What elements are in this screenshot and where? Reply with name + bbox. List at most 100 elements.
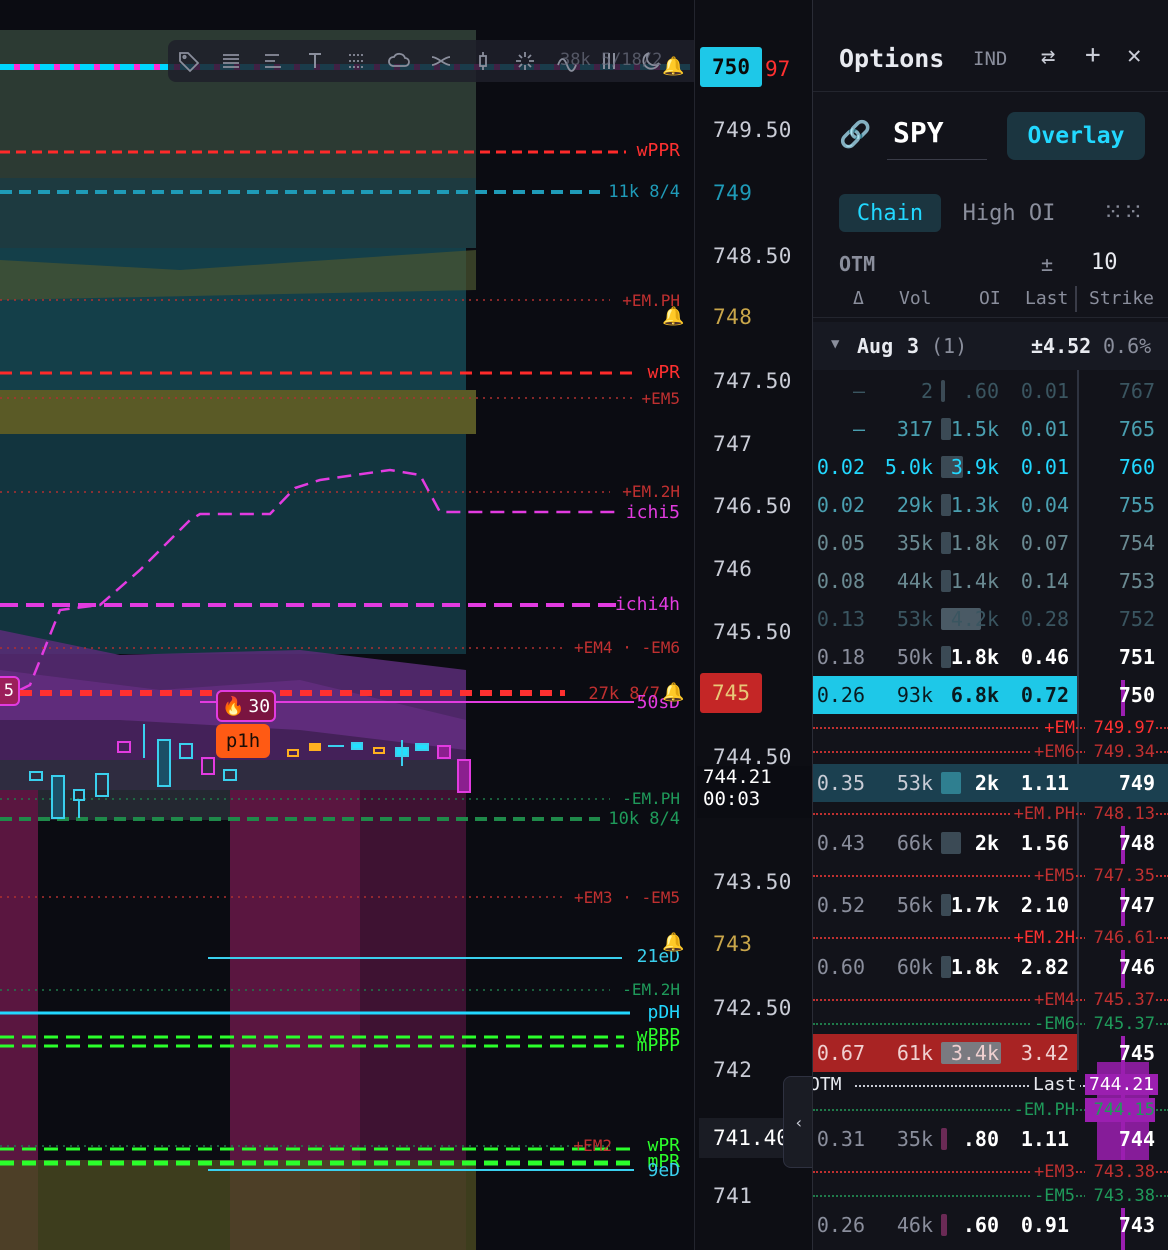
chain-row[interactable]: 0.31 35k .80 1.11 744 — [813, 1120, 1168, 1158]
price-label: 748.50 — [713, 244, 792, 268]
price-chart[interactable]: 38k 5/18/2 wPPR 11k 8/4 +EM.PH wPR +EM5 … — [0, 0, 694, 1250]
tab-chain[interactable]: Chain — [839, 194, 941, 232]
chain-row[interactable]: 0.60 60k 1.8k 2.82 746 — [813, 948, 1168, 986]
chain-row[interactable]: 0.08 44k 1.4k 0.14 753 — [813, 562, 1168, 600]
cell-delta: 0.26 — [816, 683, 865, 707]
drawing-toolbar: 38k 5/18/2 — [168, 40, 694, 82]
chain-row[interactable]: 0.05 35k 1.8k 0.07 754 — [813, 524, 1168, 562]
chain-row[interactable]: 0.43 66k 2k 1.56 748 — [813, 824, 1168, 862]
cell-vol: 53k — [896, 607, 933, 631]
label-vol-11k: 11k 8/4 — [608, 182, 680, 202]
chain-row[interactable]: 0.18 50k 1.8k 0.46 751 — [813, 638, 1168, 676]
label-em4-em6: +EM4 · -EM6 — [574, 638, 680, 657]
sparkle-icon[interactable] — [504, 40, 546, 82]
expiry-row[interactable]: ▼ Aug 3 (1) ±4.52 0.6% — [813, 322, 1168, 370]
candle-icon[interactable] — [462, 40, 504, 82]
expiry-month: Aug — [857, 334, 894, 358]
cell-oi: 1.4k — [950, 569, 999, 593]
symbol-text: SPY — [893, 116, 944, 149]
col-last[interactable]: Last — [1025, 288, 1068, 309]
cell-last: 0.01 — [1020, 455, 1069, 479]
bell-icon[interactable]: 🔔 — [662, 932, 684, 953]
level-value: 749.97 — [1085, 716, 1155, 740]
price-axis[interactable]: 750 97 749.50 749 748.50 748 747.50 747 … — [694, 0, 812, 1250]
swap-icon[interactable]: ⇄ — [1041, 42, 1055, 70]
cell-delta: 0.05 — [816, 531, 865, 555]
ind-button[interactable]: IND — [973, 48, 1007, 70]
close-icon[interactable]: ✕ — [1127, 41, 1141, 69]
bell-icon[interactable]: 🔔 — [662, 56, 684, 77]
chain-row-red[interactable]: 0.67 61k 3.4k 3.42 — [813, 1034, 1077, 1072]
col-oi[interactable]: OI — [979, 288, 1001, 309]
cell-last: 0.72 — [1020, 683, 1069, 707]
chain-row[interactable]: 0.02 29k 1.3k 0.04 755 — [813, 486, 1168, 524]
chain-row[interactable]: 0.35 53k 2k 1.11 749 — [813, 764, 1168, 802]
label-neg-em-ph: -EM.PH — [622, 789, 680, 808]
cell-strike: 753 — [1118, 569, 1155, 593]
fire-badge-count: 30 — [248, 695, 271, 717]
dotted-lines-icon[interactable] — [336, 40, 378, 82]
otm-label: OTM — [839, 252, 876, 276]
label-em-2h: +EM.2H — [622, 482, 680, 501]
cell-strike: 760 — [1118, 455, 1155, 479]
chain-row-highlighted[interactable]: 0.26 93k 6.8k 0.72 — [813, 676, 1077, 714]
bell-icon[interactable]: 🔔 — [662, 682, 684, 703]
cell-vol: 29k — [896, 493, 933, 517]
strike-count-input[interactable]: 10 — [1091, 250, 1118, 275]
price-label: 743 — [713, 932, 753, 956]
cell-strike: 754 — [1118, 531, 1155, 555]
level-value: 749.34 — [1085, 740, 1155, 764]
label-mppp: mPPP — [636, 1035, 680, 1056]
level-label: +EM3 — [1030, 1160, 1075, 1184]
col-strike[interactable]: Strike — [1089, 288, 1154, 309]
add-icon[interactable]: + — [1085, 40, 1101, 70]
cell-strike: 746 — [1118, 955, 1155, 979]
left-badge[interactable]: 5 — [0, 676, 20, 706]
cell-vol: 44k — [896, 569, 933, 593]
chain-row[interactable]: – 2 .60 0.01 767 — [813, 372, 1168, 410]
cell-delta: 0.43 — [816, 831, 865, 855]
level-label: +EM5 — [1030, 864, 1075, 888]
cell-vol: 61k — [896, 1041, 933, 1065]
collapse-panel-button[interactable]: ‹ — [783, 1076, 812, 1168]
last-value: 744.21 — [1085, 1074, 1159, 1095]
cell-strike: 755 — [1118, 493, 1155, 517]
p1h-badge[interactable]: p1h — [216, 724, 270, 758]
text-icon[interactable] — [294, 40, 336, 82]
lines-icon[interactable] — [210, 40, 252, 82]
col-vol[interactable]: Vol — [899, 288, 932, 309]
app-root: 38k 5/18/2 wPPR 11k 8/4 +EM.PH wPR +EM5 … — [0, 0, 1168, 1250]
tag-icon[interactable] — [168, 40, 210, 82]
cell-last: 0.28 — [1020, 607, 1069, 631]
chain-row[interactable]: – 317 1.5k 0.01 765 — [813, 410, 1168, 448]
chain-row[interactable]: 0.02 5.0k 3.9k 0.01 760 — [813, 448, 1168, 486]
overlay-button[interactable]: Overlay — [1007, 112, 1145, 160]
price-label: 743.50 — [713, 870, 792, 894]
chain-row[interactable]: 0.26 46k .60 0.91 743 — [813, 1206, 1168, 1244]
chain-row[interactable]: 0.13 53k 4.2k 0.28 752 — [813, 600, 1168, 638]
cell-oi: .60 — [962, 1213, 999, 1237]
cross-lines-icon[interactable] — [420, 40, 462, 82]
chain-row[interactable]: 0.52 56k 1.7k 2.10 747 — [813, 886, 1168, 924]
grid-menu-icon[interactable]: ⁙⁙ — [1103, 198, 1143, 226]
cell-oi: 2k — [974, 771, 999, 795]
expand-triangle-icon[interactable]: ▼ — [831, 336, 839, 352]
countdown: 00:03 — [703, 788, 761, 810]
cell-oi: 1.8k — [950, 645, 999, 669]
fire-badge[interactable]: 🔥 30 — [216, 690, 276, 722]
bell-icon[interactable]: 🔔 — [662, 306, 684, 327]
align-icon[interactable] — [252, 40, 294, 82]
cell-last: 0.14 — [1020, 569, 1069, 593]
cell-last: 0.91 — [1020, 1213, 1069, 1237]
cell-delta: 0.18 — [816, 645, 865, 669]
cell-vol: 66k — [896, 831, 933, 855]
symbol-field[interactable]: SPY — [887, 112, 987, 160]
hover-price-box: 741.40 — [699, 1118, 789, 1158]
cloud-icon[interactable] — [378, 40, 420, 82]
tab-high-oi[interactable]: High OI — [953, 194, 1065, 232]
cell-last: 0.46 — [1020, 645, 1069, 669]
cell-last: 0.07 — [1020, 531, 1069, 555]
price-label: 749.50 — [713, 118, 792, 142]
col-delta[interactable]: Δ — [853, 288, 864, 309]
link-icon[interactable]: 🔗 — [839, 120, 871, 150]
